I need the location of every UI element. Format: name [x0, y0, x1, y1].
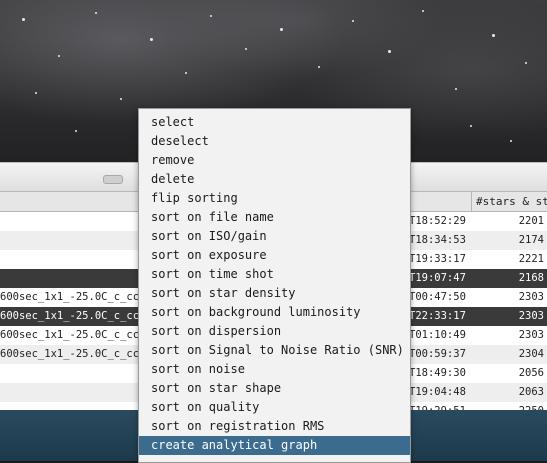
star — [470, 125, 472, 127]
time-cell: T18:49:30 — [409, 367, 466, 379]
star — [120, 98, 122, 100]
star — [245, 48, 247, 50]
star — [185, 72, 187, 74]
menu-item-sort-on-time-shot[interactable]: sort on time shot — [139, 265, 410, 284]
star — [388, 50, 391, 53]
stars-cell: 2201 — [518, 215, 544, 227]
star — [22, 18, 25, 21]
star — [58, 55, 60, 57]
menu-item-deselect[interactable]: deselect — [139, 132, 410, 151]
time-cell: T19:07:47 — [409, 272, 466, 284]
star — [455, 88, 457, 90]
menu-item-sort-on-star-density[interactable]: sort on star density — [139, 284, 410, 303]
star — [318, 66, 320, 68]
time-cell: T00:47:50 — [409, 291, 466, 303]
star — [35, 92, 37, 94]
star — [525, 62, 527, 64]
star — [510, 140, 512, 142]
stars-cell: 2303 — [518, 329, 544, 341]
column-header-stars[interactable]: #stars & sta — [471, 192, 547, 211]
menu-item-sort-on-star-shape[interactable]: sort on star shape — [139, 379, 410, 398]
file-name-cell: 600sec_1x1_-25.0C_c_cc_ — [0, 310, 146, 322]
star — [75, 130, 77, 132]
file-name-cell: 600sec_1x1_-25.0C_c_cc_ — [0, 329, 146, 341]
stars-cell: 2303 — [518, 310, 544, 322]
context-menu: select deselect remove delete flip sorting so… — [138, 108, 411, 463]
time-cell: T19:33:17 — [409, 253, 466, 265]
star — [95, 12, 97, 14]
file-name-cell: 600sec_1x1_-25.0C_c_cc_ — [0, 348, 146, 360]
time-cell: T22:33:17 — [409, 310, 466, 322]
menu-item-sort-on-signal-to-noise-ratio-snr[interactable]: sort on Signal to Noise Ratio (SNR) — [139, 341, 410, 360]
time-cell: T19:04:48 — [409, 386, 466, 398]
file-name-cell: 600sec_1x1_-25.0C_c_cc_ — [0, 291, 146, 303]
stars-cell: 2304 — [518, 348, 544, 360]
stars-cell: 2303 — [518, 291, 544, 303]
menu-item-sort-on-dispersion[interactable]: sort on dispersion — [139, 322, 410, 341]
menu-item-sort-on-background-luminosity[interactable]: sort on background luminosity — [139, 303, 410, 322]
time-cell: T18:34:53 — [409, 234, 466, 246]
menu-item-sort-on-exposure[interactable]: sort on exposure — [139, 246, 410, 265]
stars-cell: 2221 — [518, 253, 544, 265]
time-cell: T00:59:37 — [409, 348, 466, 360]
menu-item-flip-sorting[interactable]: flip sorting — [139, 189, 410, 208]
menu-item-sort-on-noise[interactable]: sort on noise — [139, 360, 410, 379]
menu-item-sort-on-iso-gain[interactable]: sort on ISO/gain — [139, 227, 410, 246]
star — [150, 38, 153, 41]
star — [210, 15, 212, 17]
stars-cell: 2056 — [518, 367, 544, 379]
menu-item-delete[interactable]: delete — [139, 170, 410, 189]
star — [352, 20, 354, 22]
star — [422, 10, 424, 12]
star — [280, 28, 283, 31]
stars-cell: 2168 — [518, 272, 544, 284]
star — [492, 34, 495, 37]
menu-item-create-analytical-graph[interactable]: create analytical graph — [139, 436, 410, 455]
stars-cell: 2063 — [518, 386, 544, 398]
time-cell: T01:10:49 — [409, 329, 466, 341]
menu-item-sort-on-file-name[interactable]: sort on file name — [139, 208, 410, 227]
menu-item-sort-on-quality[interactable]: sort on quality — [139, 398, 410, 417]
stars-cell: 2174 — [518, 234, 544, 246]
minimize-button[interactable] — [103, 175, 123, 184]
menu-item-remove[interactable]: remove — [139, 151, 410, 170]
menu-item-select[interactable]: select — [139, 113, 410, 132]
time-cell: T18:52:29 — [409, 215, 466, 227]
menu-item-sort-on-registration-rms[interactable]: sort on registration RMS — [139, 417, 410, 436]
